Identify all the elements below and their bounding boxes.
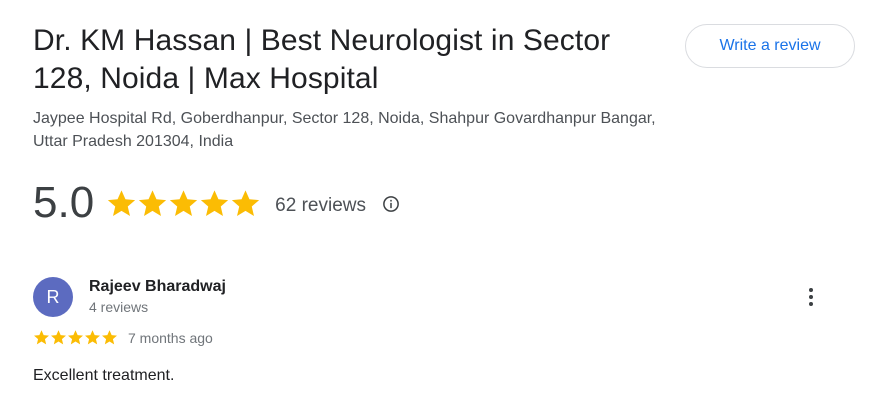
star-icon <box>85 330 100 345</box>
star-icon <box>68 330 83 345</box>
write-review-button[interactable]: Write a review <box>685 24 855 68</box>
business-address: Jaypee Hospital Rd, Goberdhanpur, Sector… <box>33 110 656 150</box>
star-icon <box>170 189 198 216</box>
business-title: Dr. KM Hassan | Best Neurologist in Sect… <box>33 24 611 95</box>
review-stars <box>33 329 118 346</box>
avatar[interactable]: R <box>33 277 73 317</box>
star-icon <box>108 189 136 216</box>
rating-summary: 5.0 62 reviews <box>33 175 400 231</box>
info-icon[interactable] <box>382 195 400 213</box>
rating-score: 5.0 <box>33 178 95 227</box>
review-rating-row: 7 months ago <box>33 329 213 346</box>
star-icon <box>201 189 229 216</box>
review-time: 7 months ago <box>128 329 213 346</box>
reviewer-review-count: 4 reviews <box>89 299 149 315</box>
star-icon <box>51 330 66 345</box>
rating-stars <box>106 188 261 219</box>
reviewer-name[interactable]: Rajeev Bharadwaj <box>89 277 226 297</box>
star-icon <box>232 189 260 216</box>
star-icon <box>102 330 117 345</box>
review-text: Excellent treatment. <box>33 367 175 384</box>
star-icon <box>139 189 167 216</box>
star-icon <box>34 330 49 345</box>
review-count[interactable]: 62 reviews <box>275 195 366 217</box>
more-vert-icon[interactable] <box>799 285 823 309</box>
